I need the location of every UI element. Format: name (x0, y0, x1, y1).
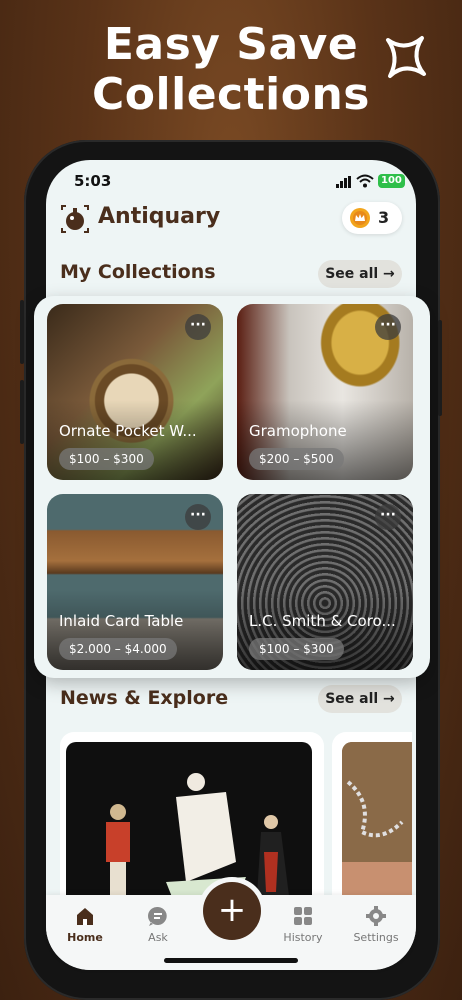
my-collections-title: My Collections (60, 261, 216, 283)
tab-history-label: History (283, 931, 323, 944)
grid-icon (294, 907, 312, 925)
home-indicator (164, 958, 298, 963)
signal-icon (336, 176, 351, 188)
volume-button (20, 380, 24, 444)
tab-settings[interactable]: Settings (346, 905, 406, 944)
news-explore-title: News & Explore (60, 687, 229, 709)
add-button[interactable]: + (203, 882, 261, 940)
tab-home-label: Home (67, 931, 103, 944)
collection-card[interactable]: ··· Ornate Pocket W... $100 – $300 (47, 304, 223, 480)
collection-card[interactable]: ··· Inlaid Card Table $2.000 – $4.000 (47, 494, 223, 670)
more-options-button[interactable]: ··· (185, 504, 211, 530)
power-button (438, 320, 442, 416)
collection-name: Inlaid Card Table (59, 612, 184, 630)
app-header: Antiquary 3 (46, 200, 416, 240)
collection-name: Gramophone (249, 422, 347, 440)
collection-card[interactable]: ··· L.C. Smith & Coro... $100 – $300 (237, 494, 413, 670)
status-bar: 5:03 100 (46, 170, 416, 194)
wifi-icon (356, 174, 374, 188)
tab-ask-label: Ask (148, 931, 168, 944)
gear-icon (366, 906, 386, 926)
tab-history[interactable]: History (273, 905, 333, 944)
sparkle-icon (386, 36, 426, 78)
home-icon (77, 908, 93, 925)
coins-badge[interactable]: 3 (342, 202, 402, 234)
app-title: Antiquary (98, 204, 221, 229)
more-options-button[interactable]: ··· (185, 314, 211, 340)
logo-icon (61, 205, 89, 233)
more-options-button[interactable]: ··· (375, 504, 401, 530)
collections-grid: ··· Ornate Pocket W... $100 – $300 ··· G… (34, 296, 430, 678)
chat-icon (148, 906, 167, 926)
battery-indicator: 100 (378, 174, 405, 188)
collection-card[interactable]: ··· Gramophone $200 – $500 (237, 304, 413, 480)
collections-see-all-button[interactable]: See all → (318, 260, 402, 288)
collection-name: L.C. Smith & Coro... (249, 612, 396, 630)
price-range-badge: $2.000 – $4.000 (59, 638, 177, 660)
collection-name: Ornate Pocket W... (59, 422, 197, 440)
tab-ask[interactable]: Ask (128, 905, 188, 944)
volume-button (20, 300, 24, 364)
crown-coin-icon (350, 208, 370, 228)
status-time: 5:03 (74, 172, 112, 190)
news-see-all-button[interactable]: See all → (318, 685, 402, 713)
tab-home[interactable]: Home (55, 905, 115, 944)
tab-settings-label: Settings (353, 931, 399, 944)
price-range-badge: $100 – $300 (59, 448, 154, 470)
price-range-badge: $200 – $500 (249, 448, 344, 470)
coin-count: 3 (378, 208, 390, 227)
more-options-button[interactable]: ··· (375, 314, 401, 340)
price-range-badge: $100 – $300 (249, 638, 344, 660)
